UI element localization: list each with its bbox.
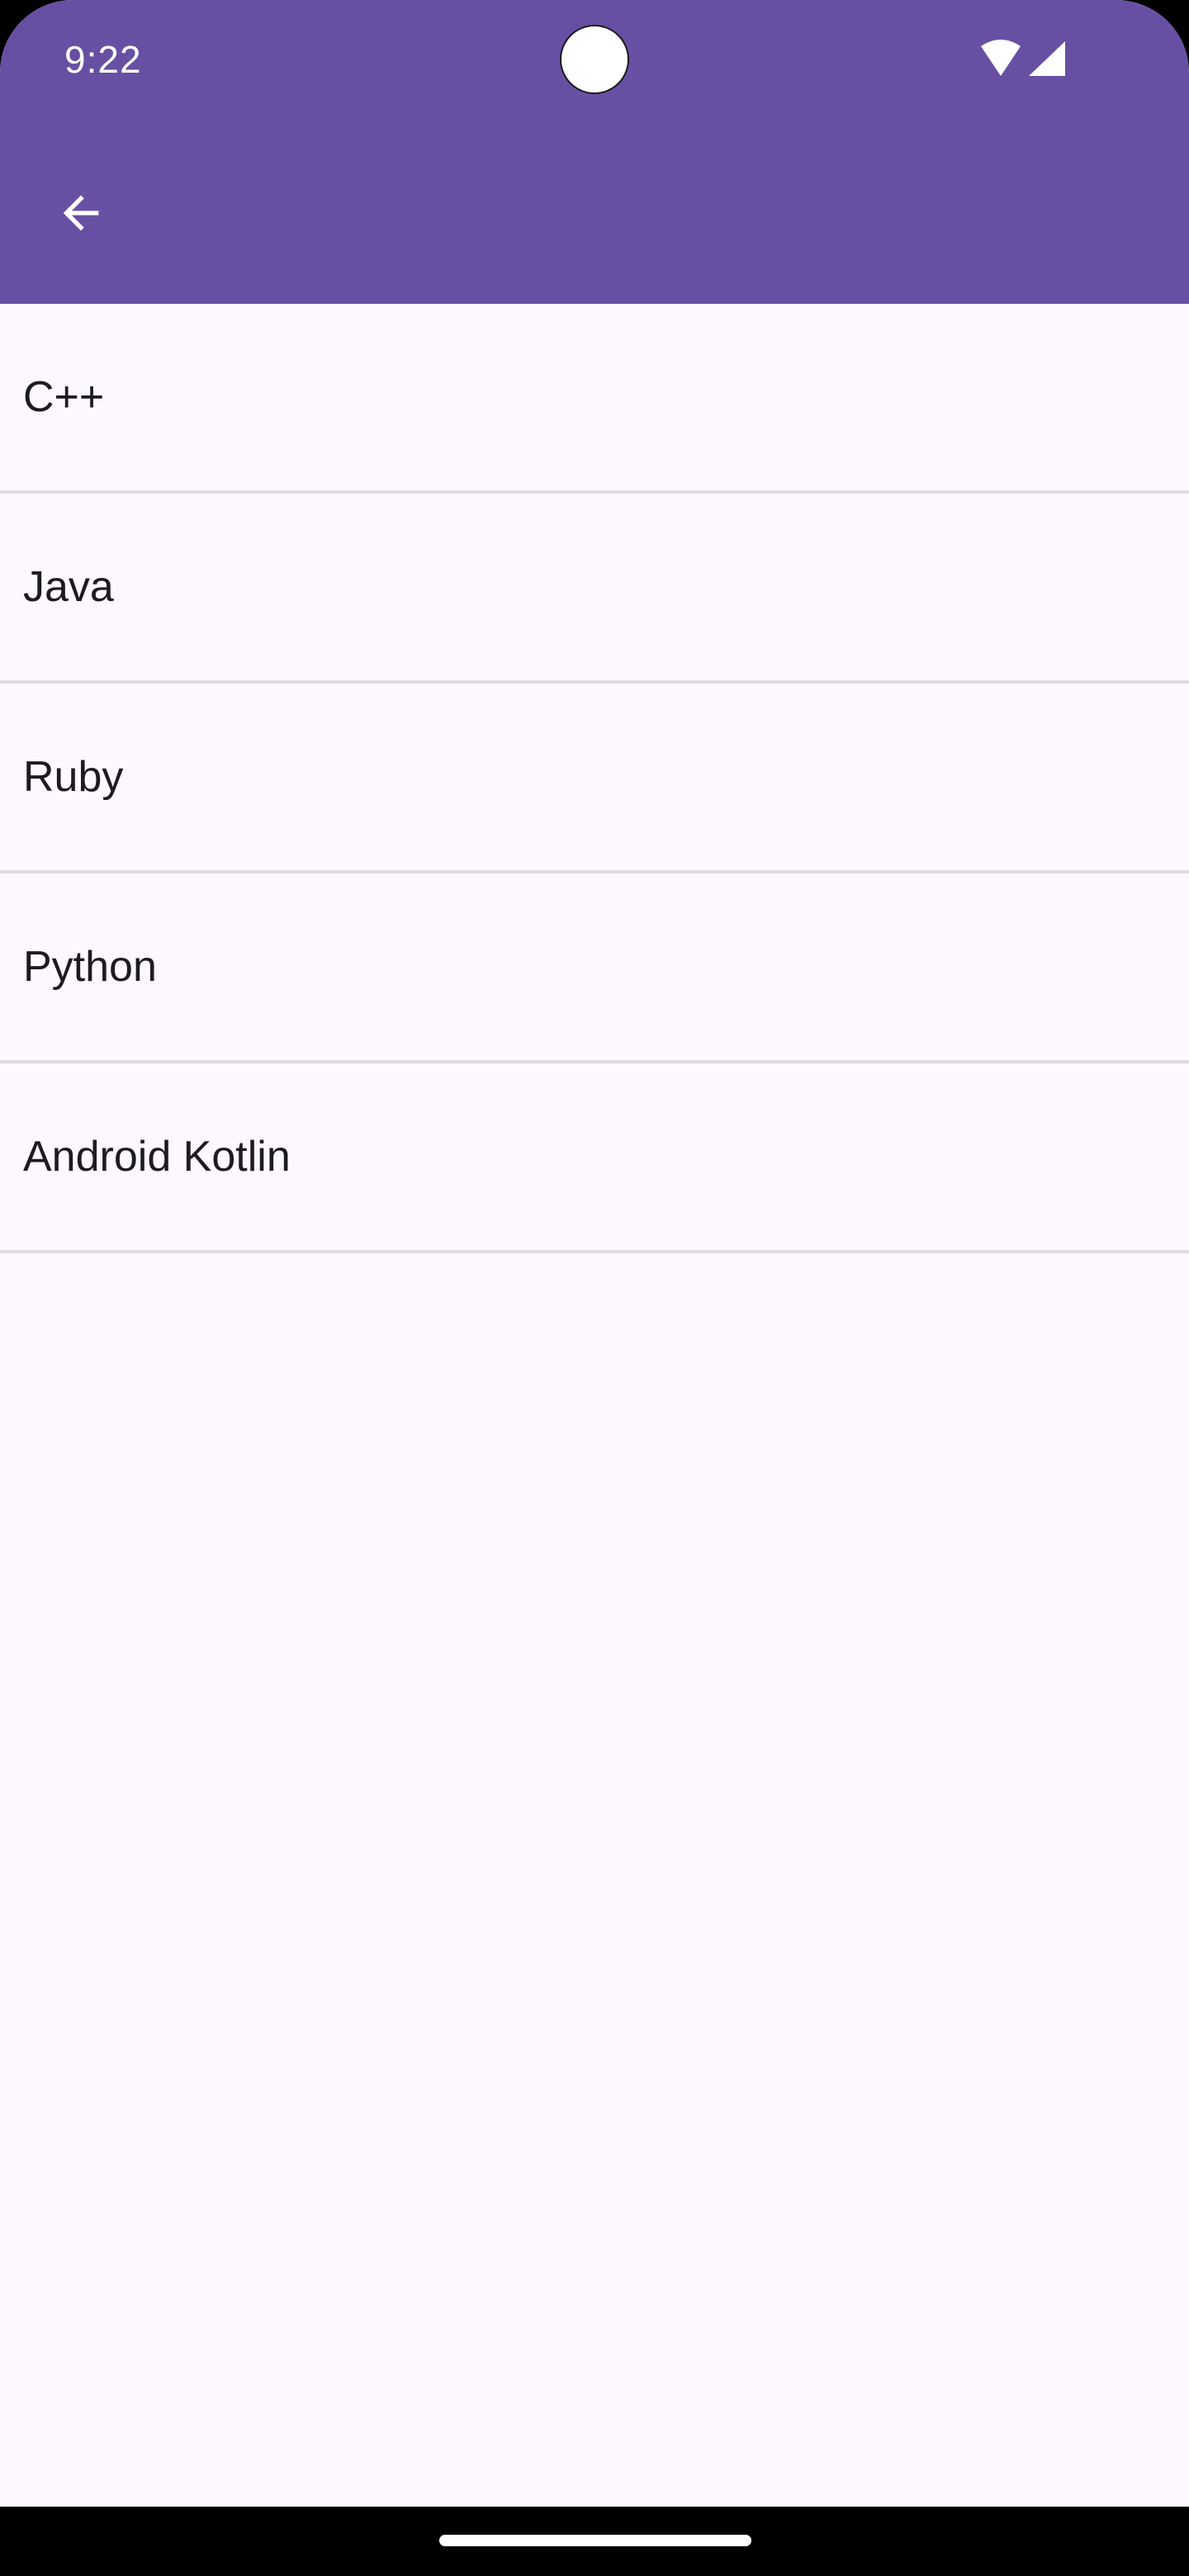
home-gesture-handle[interactable] xyxy=(439,2535,751,2546)
list-item-label: Android Kotlin xyxy=(23,1133,291,1181)
list-item[interactable]: C++ xyxy=(0,304,1189,494)
list-item-label: Python xyxy=(23,943,157,991)
status-time: 9:22 xyxy=(64,38,142,81)
front-camera-cutout xyxy=(560,25,629,94)
status-icons xyxy=(974,38,1073,81)
list-item-label: Java xyxy=(23,563,114,611)
list-item-label: C++ xyxy=(23,373,105,421)
wifi-icon xyxy=(981,40,1021,76)
list-item[interactable]: Ruby xyxy=(0,684,1189,874)
back-button[interactable] xyxy=(41,173,121,253)
phone-screen: 9:22 C++ Java Ruby Python Android Kotlin xyxy=(0,0,1189,2576)
arrow-back-icon xyxy=(63,195,99,231)
list-item[interactable]: Python xyxy=(0,874,1189,1063)
list-item-label: Ruby xyxy=(23,753,124,801)
top-app-bar: 9:22 xyxy=(0,0,1189,304)
list-item[interactable]: Android Kotlin xyxy=(0,1063,1189,1253)
list-item[interactable]: Java xyxy=(0,494,1189,684)
language-list: C++ Java Ruby Python Android Kotlin xyxy=(0,304,1189,1253)
cellular-signal-icon xyxy=(1029,41,1065,76)
